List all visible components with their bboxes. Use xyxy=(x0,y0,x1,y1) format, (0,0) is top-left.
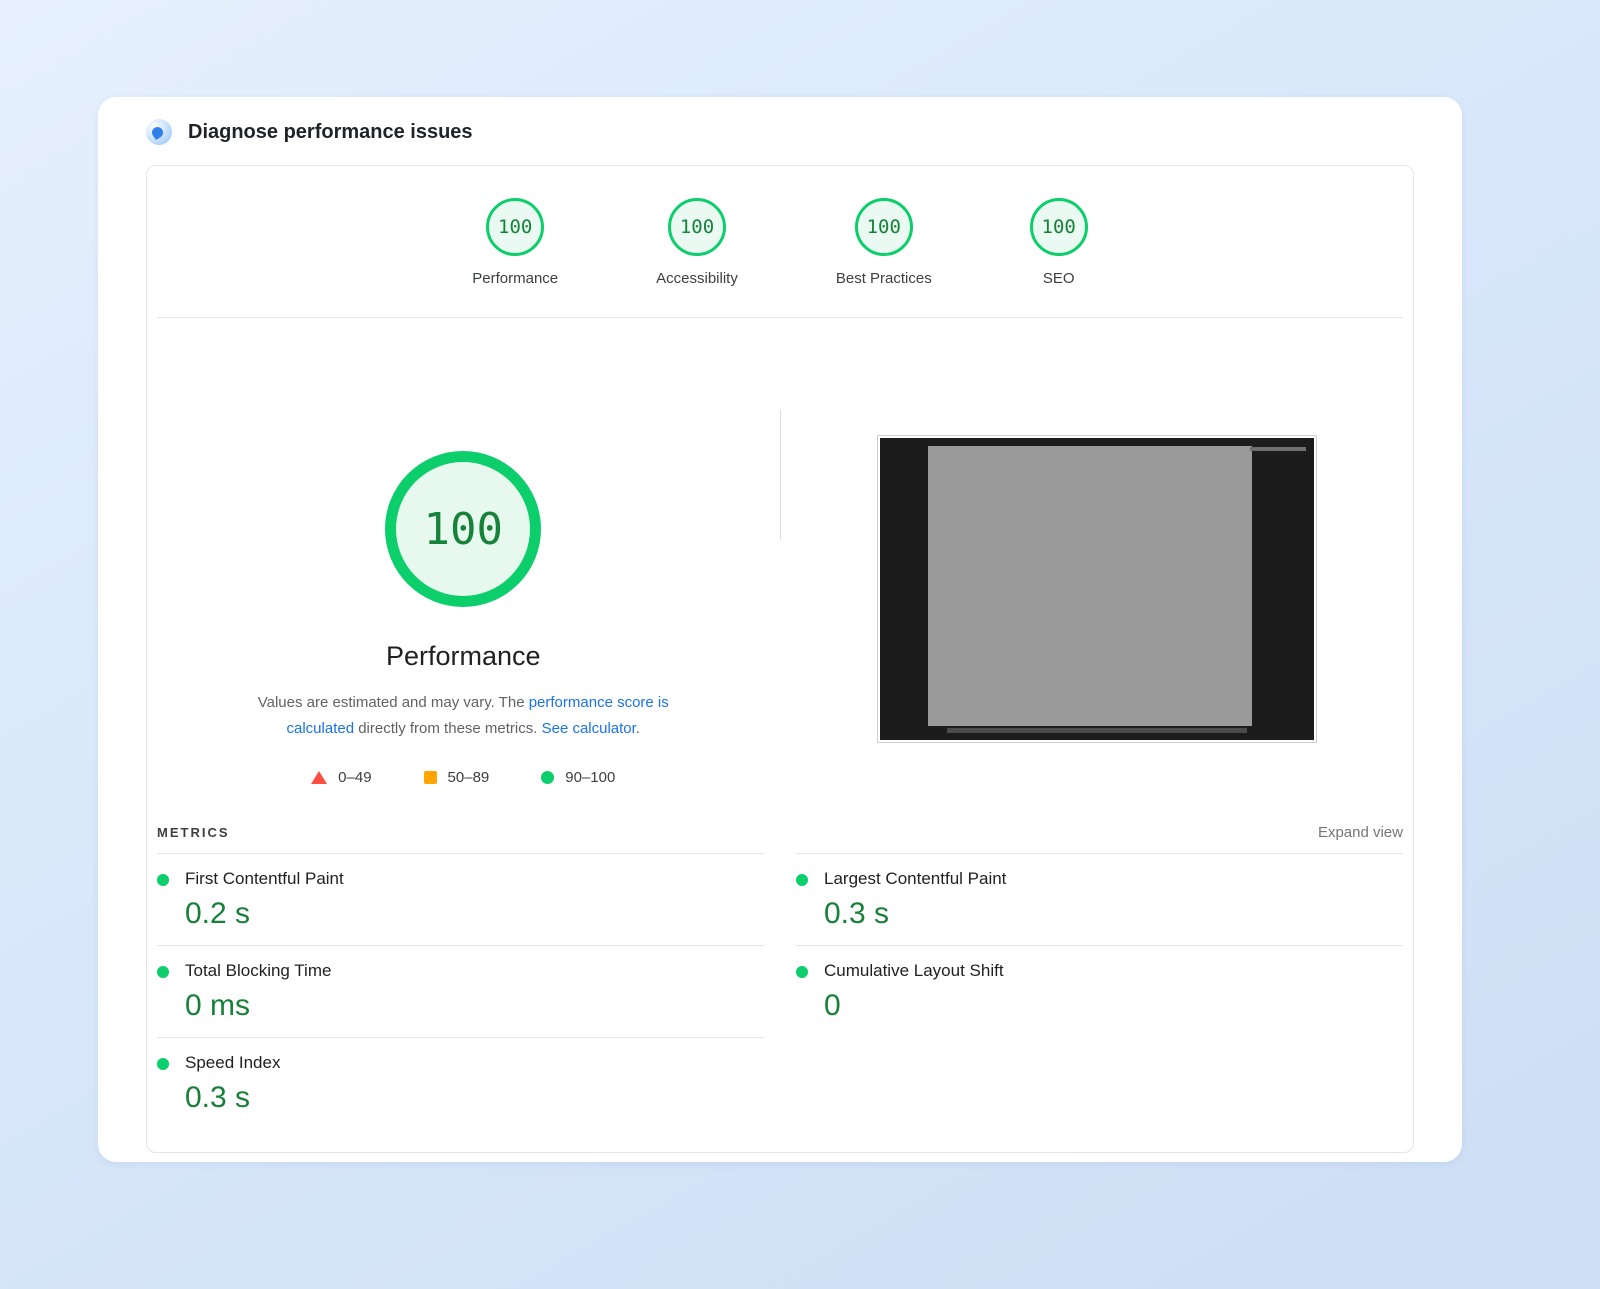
card-header: Diagnose performance issues xyxy=(98,97,1462,157)
accessibility-score: 100 xyxy=(680,216,714,238)
performance-overview: 100 Performance Values are estimated and… xyxy=(147,318,1413,816)
metrics-header: METRICS Expand view xyxy=(157,816,1403,853)
category-performance[interactable]: 100 Performance xyxy=(472,198,558,287)
metric-name: First Contentful Paint xyxy=(185,869,344,889)
app-logo-icon xyxy=(146,119,172,145)
metric-name: Total Blocking Time xyxy=(185,961,331,981)
fail-range-label: 0–49 xyxy=(338,769,371,786)
pass-dot-icon xyxy=(157,874,169,886)
pass-circle-icon xyxy=(541,771,554,784)
expand-view-button[interactable]: Expand view xyxy=(1318,824,1403,841)
accessibility-gauge-icon: 100 xyxy=(668,198,726,256)
lighthouse-report-panel: 100 Performance 100 Accessibility 100 Be… xyxy=(146,165,1414,1153)
average-range-label: 50–89 xyxy=(448,769,490,786)
category-accessibility[interactable]: 100 Accessibility xyxy=(656,198,738,287)
seo-score: 100 xyxy=(1042,216,1076,238)
average-square-icon xyxy=(424,771,437,784)
seo-gauge-icon: 100 xyxy=(1030,198,1088,256)
page-screenshot-content xyxy=(928,446,1252,726)
metric-value: 0.2 s xyxy=(185,897,344,931)
metric-cumulative-layout-shift: Cumulative Layout Shift 0 xyxy=(796,945,1403,1037)
description-text-1: Values are estimated and may vary. The xyxy=(258,694,529,711)
best-practices-label: Best Practices xyxy=(836,270,932,287)
metrics-section-title: METRICS xyxy=(157,825,230,840)
score-description: Values are estimated and may vary. The p… xyxy=(228,690,698,743)
page-screenshot xyxy=(877,435,1317,743)
metric-value: 0.3 s xyxy=(185,1081,280,1115)
performance-label: Performance xyxy=(472,270,558,287)
legend-average: 50–89 xyxy=(424,769,490,786)
metric-largest-contentful-paint: Largest Contentful Paint 0.3 s xyxy=(796,853,1403,945)
metrics-grid: First Contentful Paint 0.2 s Total Block… xyxy=(157,853,1403,1129)
page-title: Diagnose performance issues xyxy=(188,121,473,144)
report-card: Diagnose performance issues 100 Performa… xyxy=(98,97,1462,1162)
main-performance-gauge-icon: 100 xyxy=(385,451,541,607)
legend-fail: 0–49 xyxy=(311,769,371,786)
pass-dot-icon xyxy=(157,966,169,978)
metric-speed-index: Speed Index 0.3 s xyxy=(157,1037,764,1129)
score-scale-legend: 0–49 50–89 90–100 xyxy=(311,769,615,786)
metrics-column-left: First Contentful Paint 0.2 s Total Block… xyxy=(157,853,764,1129)
category-best-practices[interactable]: 100 Best Practices xyxy=(836,198,932,287)
legend-pass: 90–100 xyxy=(541,769,615,786)
description-text-2: directly from these metrics. xyxy=(354,720,542,737)
main-performance-score: 100 xyxy=(424,504,503,555)
metric-value: 0 xyxy=(824,989,1004,1023)
metric-name: Cumulative Layout Shift xyxy=(824,961,1004,981)
metrics-column-right: Largest Contentful Paint 0.3 s Cumulativ… xyxy=(796,853,1403,1129)
metrics-section: METRICS Expand view First Contentful Pai… xyxy=(147,816,1413,1129)
pass-dot-icon xyxy=(796,966,808,978)
metric-first-contentful-paint: First Contentful Paint 0.2 s xyxy=(157,853,764,945)
description-text-3: . xyxy=(636,720,640,737)
pass-dot-icon xyxy=(157,1058,169,1070)
screenshot-block xyxy=(781,318,1414,816)
performance-gauge-icon: 100 xyxy=(486,198,544,256)
best-practices-gauge-icon: 100 xyxy=(855,198,913,256)
performance-score: 100 xyxy=(498,216,532,238)
metric-total-blocking-time: Total Blocking Time 0 ms xyxy=(157,945,764,1037)
page-screenshot-footer-text xyxy=(947,728,1247,733)
pass-range-label: 90–100 xyxy=(565,769,615,786)
metric-value: 0.3 s xyxy=(824,897,1006,931)
metric-value: 0 ms xyxy=(185,989,331,1023)
main-performance-heading: Performance xyxy=(386,641,541,672)
fail-triangle-icon xyxy=(311,771,327,784)
page-screenshot-header-text xyxy=(1250,447,1306,451)
category-seo[interactable]: 100 SEO xyxy=(1030,198,1088,287)
metric-name: Largest Contentful Paint xyxy=(824,869,1006,889)
seo-label: SEO xyxy=(1043,270,1075,287)
see-calculator-link[interactable]: See calculator xyxy=(542,720,636,737)
category-gauges-row: 100 Performance 100 Accessibility 100 Be… xyxy=(147,166,1413,317)
accessibility-label: Accessibility xyxy=(656,270,738,287)
performance-gauge-block: 100 Performance Values are estimated and… xyxy=(147,318,780,816)
metric-name: Speed Index xyxy=(185,1053,280,1073)
pass-dot-icon xyxy=(796,874,808,886)
best-practices-score: 100 xyxy=(867,216,901,238)
